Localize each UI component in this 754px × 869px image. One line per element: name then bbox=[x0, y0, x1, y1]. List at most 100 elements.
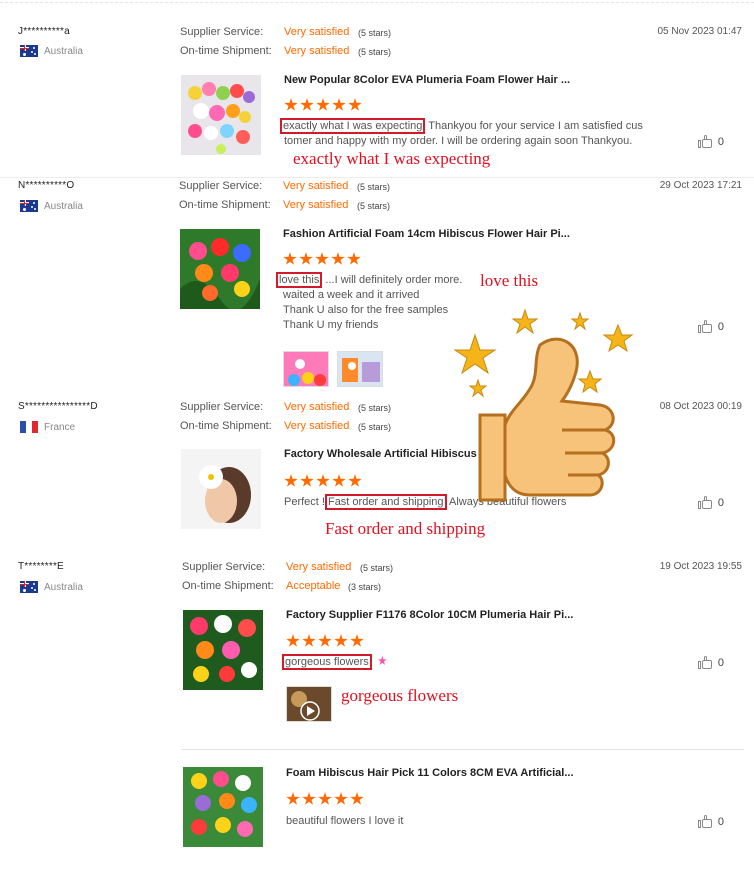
like-button[interactable]: 0 bbox=[697, 496, 724, 509]
supplier-service-stars: (5 stars) bbox=[358, 28, 392, 38]
review-comment: exactly what I was expecting Thankyou fo… bbox=[280, 118, 660, 149]
like-button[interactable]: 0 bbox=[697, 815, 724, 828]
star-icon bbox=[318, 792, 332, 805]
product-title-link[interactable]: Foam Hibiscus Hair Pick 11 Colors 8CM EV… bbox=[286, 767, 574, 779]
star-icon bbox=[299, 252, 313, 265]
comment-text: Perfect ! bbox=[284, 496, 325, 508]
like-button[interactable]: 0 bbox=[697, 135, 724, 148]
highlight-box: Fast order and shipping bbox=[324, 494, 447, 510]
product-title-link[interactable]: Factory Supplier F1176 8Color 10CM Plume… bbox=[286, 609, 573, 621]
supplier-service-label: Supplier Service: bbox=[180, 26, 264, 38]
star-icon bbox=[334, 634, 348, 647]
review-date: 08 Oct 2023 00:19 bbox=[659, 401, 742, 412]
star-icon bbox=[286, 634, 300, 647]
product-thumbnail[interactable] bbox=[183, 610, 263, 690]
comment-text: tomer and happy with my order. I will be… bbox=[284, 135, 633, 147]
australia-flag-icon bbox=[20, 581, 38, 593]
country-label: Australia bbox=[44, 45, 83, 57]
annotation-text: love this bbox=[480, 271, 539, 290]
star-icon bbox=[348, 98, 362, 111]
star-icon bbox=[334, 792, 348, 805]
review-date: 05 Nov 2023 01:47 bbox=[657, 26, 742, 37]
country-label: Australia bbox=[44, 200, 83, 212]
product-title-link[interactable]: Fashion Artificial Foam 14cm Hibiscus Fl… bbox=[283, 228, 570, 240]
comment-text: Thank U my friends bbox=[283, 319, 379, 331]
star-icon bbox=[283, 252, 297, 265]
review-2: N**********O Australia Supplier Service:… bbox=[0, 168, 754, 390]
comment-text: ...I will definitely order more. bbox=[322, 274, 463, 286]
star-icon bbox=[302, 634, 316, 647]
review-photo[interactable] bbox=[337, 351, 383, 387]
thumbs-up-icon bbox=[697, 815, 712, 828]
reviewer-country: Australia bbox=[20, 200, 83, 212]
highlight-box: gorgeous flowers bbox=[282, 654, 372, 670]
shipment-label: On-time Shipment: bbox=[182, 580, 274, 592]
review-comment: gorgeous flowers bbox=[282, 654, 482, 670]
reviewer-name: T********E bbox=[18, 561, 64, 572]
like-count: 0 bbox=[717, 496, 724, 509]
product-thumbnail[interactable] bbox=[180, 229, 260, 309]
thumbs-up-icon bbox=[697, 320, 712, 333]
shipment-value: Very satisfied bbox=[283, 199, 349, 211]
star-icon bbox=[350, 634, 364, 647]
france-flag-icon bbox=[20, 421, 38, 433]
star-icon bbox=[347, 252, 361, 265]
highlight-box: exactly what I was expecting bbox=[280, 118, 426, 134]
review-5: Foam Hibiscus Hair Pick 11 Colors 8CM EV… bbox=[0, 750, 754, 869]
supplier-service-label: Supplier Service: bbox=[179, 180, 263, 192]
supplier-service-stars: (5 stars) bbox=[360, 563, 394, 573]
product-title-link[interactable]: New Popular 8Color EVA Plumeria Foam Flo… bbox=[284, 74, 570, 86]
annotation-text: gorgeous flowers bbox=[341, 686, 459, 705]
supplier-service-value: Very satisfied bbox=[283, 180, 349, 192]
like-button[interactable]: 0 bbox=[697, 656, 724, 669]
supplier-service-label: Supplier Service: bbox=[182, 561, 266, 573]
review-date: 29 Oct 2023 17:21 bbox=[659, 180, 742, 191]
star-icon bbox=[348, 474, 362, 487]
reviewer-name: S****************D bbox=[18, 401, 98, 412]
product-thumbnail[interactable] bbox=[181, 75, 261, 155]
shipment-value: Very satisfied bbox=[284, 420, 350, 432]
reviewer-country: Australia bbox=[20, 45, 83, 57]
shipment-stars: (3 stars) bbox=[348, 582, 382, 592]
review-photo[interactable] bbox=[283, 351, 329, 387]
thumbs-up-icon bbox=[697, 135, 712, 148]
top-divider bbox=[0, 0, 754, 3]
shipment-stars: (5 stars) bbox=[357, 201, 391, 211]
product-rating bbox=[283, 252, 361, 266]
shipment-value: Acceptable bbox=[286, 580, 341, 592]
supplier-service-value: Very satisfied bbox=[286, 561, 352, 573]
review-video-thumbnail[interactable] bbox=[286, 686, 332, 722]
thumbs-up-icon bbox=[697, 496, 712, 509]
supplier-service-value: Very satisfied bbox=[284, 401, 350, 413]
product-thumbnail[interactable] bbox=[183, 767, 263, 847]
review-date: 19 Oct 2023 19:55 bbox=[659, 561, 742, 572]
review-1: J**********a Australia Supplier Service:… bbox=[0, 14, 754, 178]
like-count: 0 bbox=[717, 656, 724, 669]
star-icon bbox=[284, 474, 298, 487]
thumbs-up-icon bbox=[697, 656, 712, 669]
shipment-stars: (5 stars) bbox=[358, 422, 392, 432]
like-count: 0 bbox=[717, 815, 724, 828]
comment-text: Thankyou for your service I am satisfied… bbox=[425, 120, 643, 132]
shipment-label: On-time Shipment: bbox=[179, 199, 271, 211]
product-rating bbox=[284, 98, 362, 112]
review-4: T********E Australia Supplier Service: V… bbox=[0, 549, 754, 749]
country-label: Australia bbox=[44, 581, 83, 593]
star-icon bbox=[315, 252, 329, 265]
supplier-service-stars: (5 stars) bbox=[358, 403, 392, 413]
star-icon bbox=[286, 792, 300, 805]
review-comment: beautiful flowers I love it bbox=[286, 815, 404, 827]
product-thumbnail[interactable] bbox=[181, 449, 261, 529]
shipment-stars: (5 stars) bbox=[358, 47, 392, 57]
like-count: 0 bbox=[717, 135, 724, 148]
annotation-text: exactly what I was expecting bbox=[293, 149, 491, 168]
like-button[interactable]: 0 bbox=[697, 320, 724, 333]
highlight-box: love this bbox=[276, 272, 323, 288]
supplier-service-value: Very satisfied bbox=[284, 26, 350, 38]
product-rating bbox=[286, 634, 364, 648]
australia-flag-icon bbox=[20, 200, 38, 212]
reviewer-name: J**********a bbox=[18, 26, 70, 37]
flower-icon bbox=[377, 656, 387, 665]
star-icon bbox=[350, 792, 364, 805]
star-icon bbox=[331, 252, 345, 265]
